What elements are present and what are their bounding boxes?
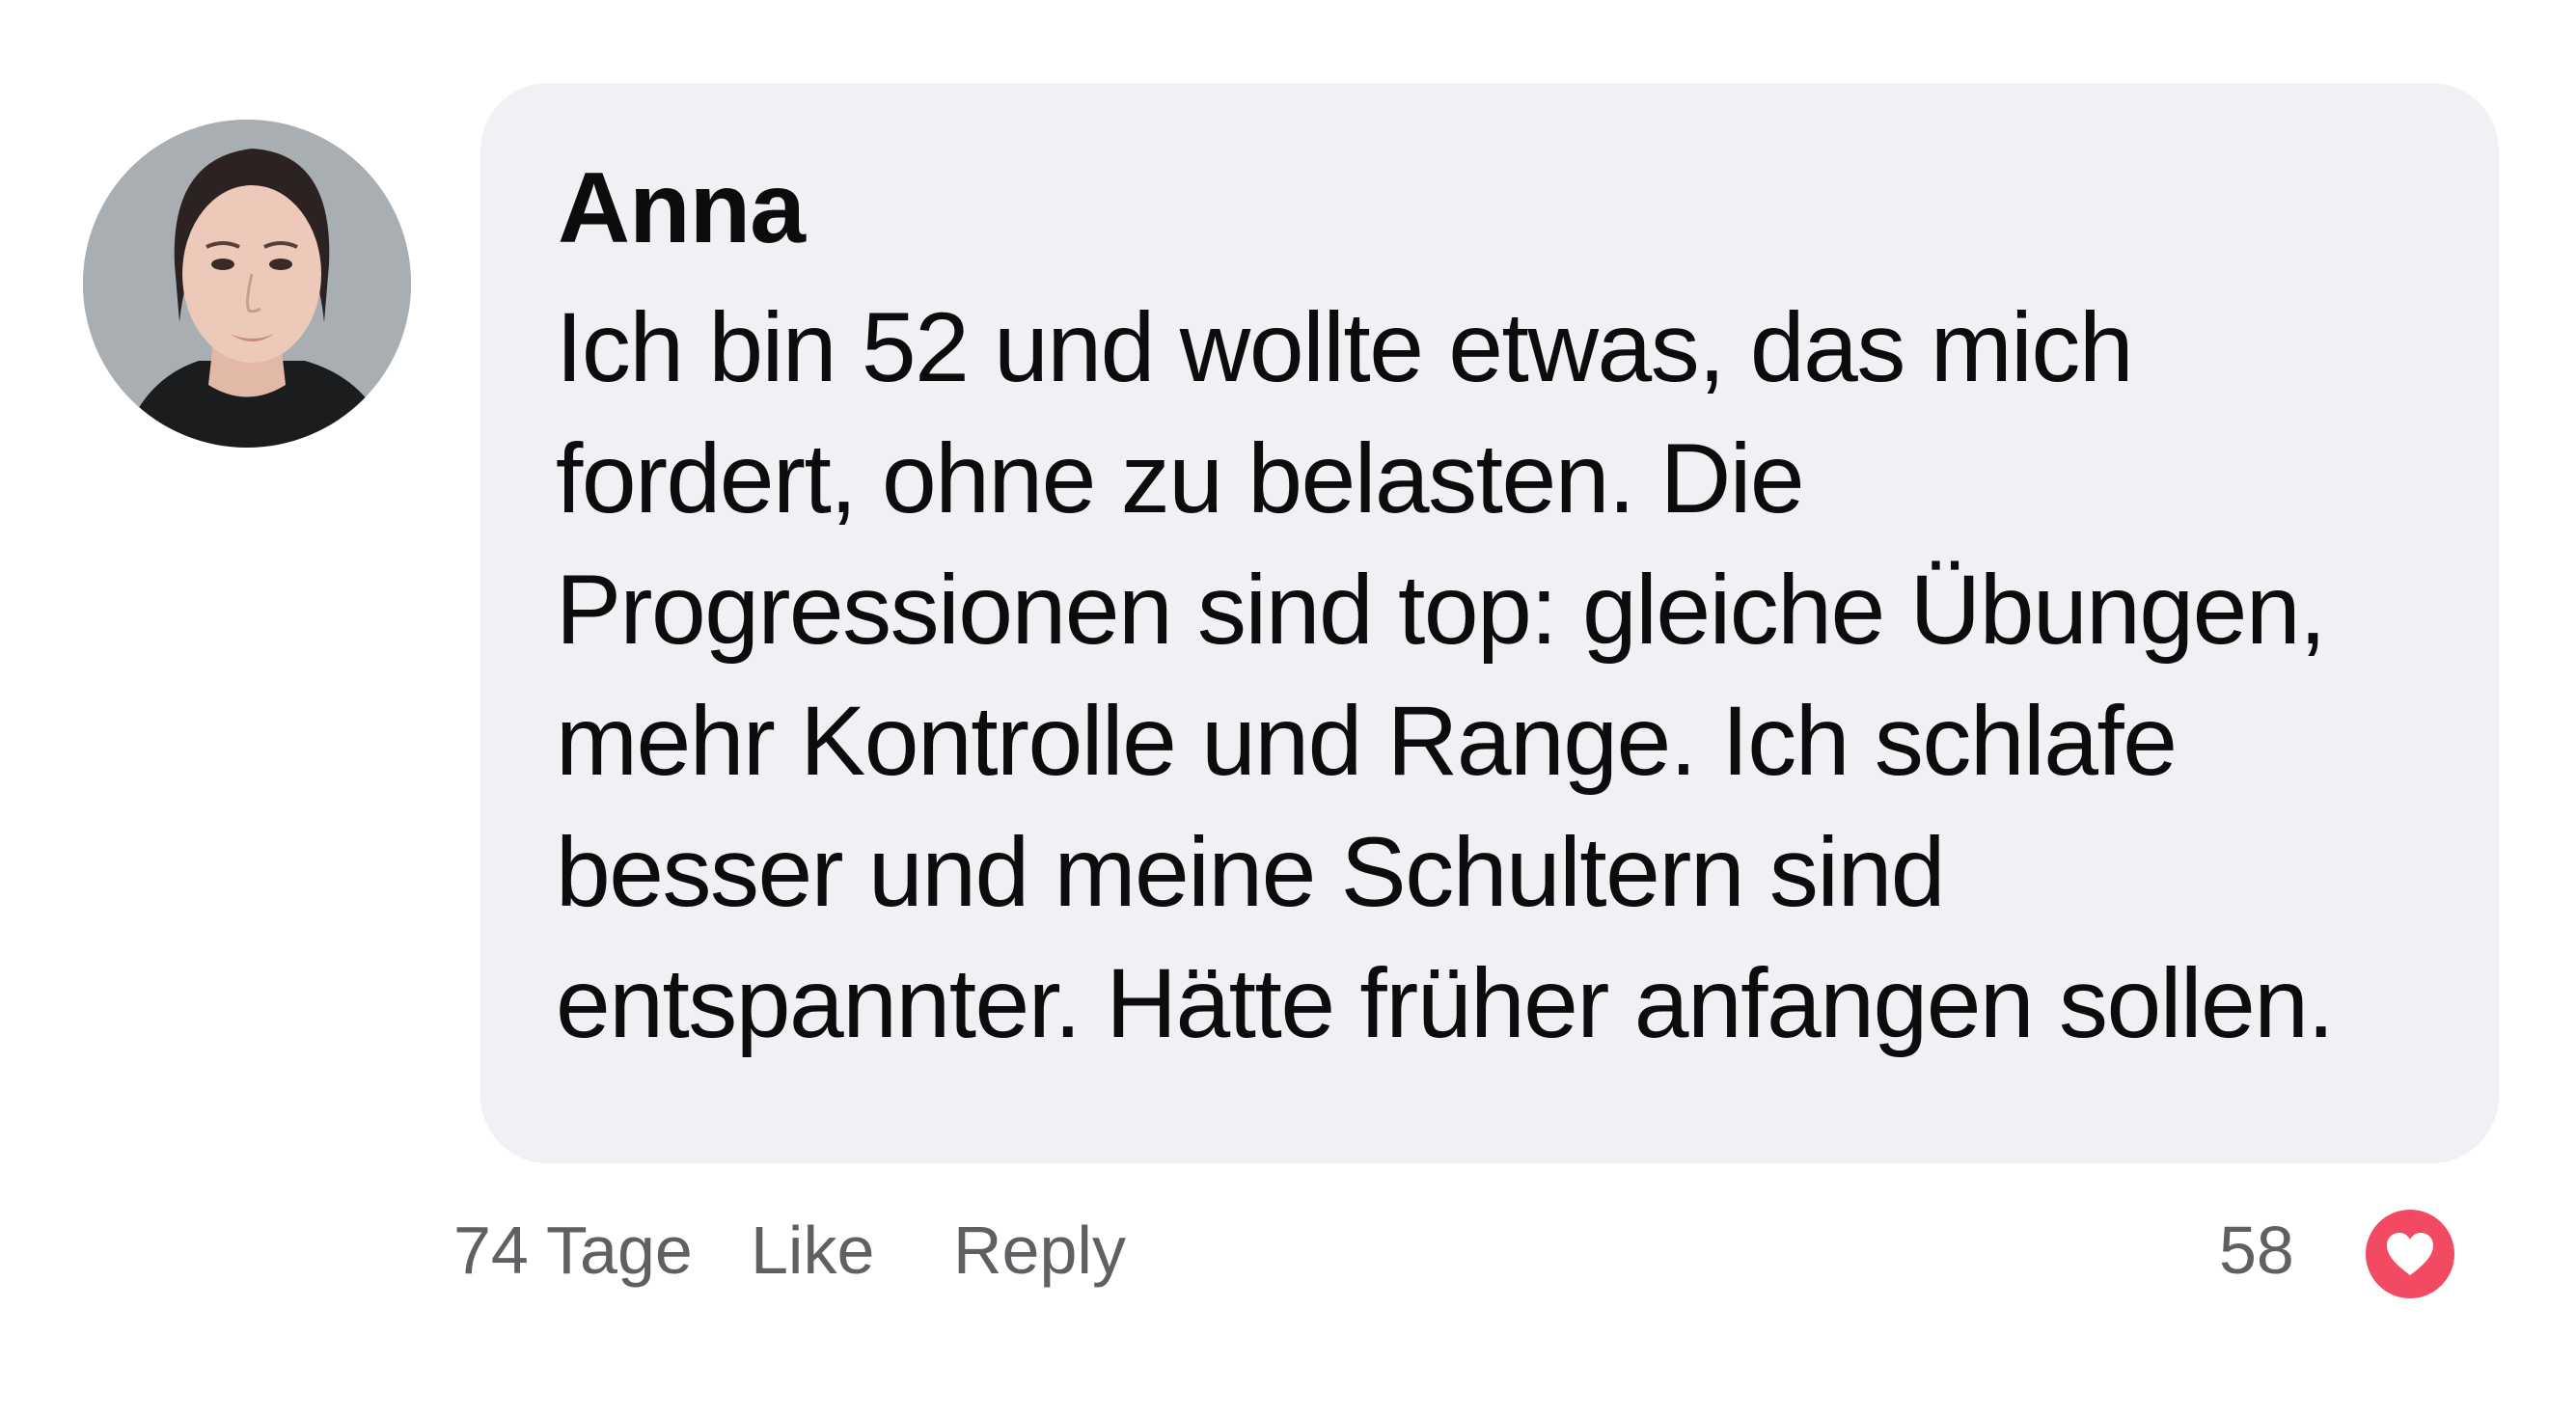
avatar-photo-icon bbox=[83, 120, 411, 448]
like-button[interactable]: Like bbox=[751, 1212, 874, 1289]
heart-reaction-button[interactable] bbox=[2366, 1210, 2454, 1298]
heart-icon bbox=[2387, 1233, 2433, 1275]
comment-text-line: besser und meine Schultern sind bbox=[556, 817, 1946, 927]
comment-text-line: Ich bin 52 und wollte etwas, das mich bbox=[556, 292, 2134, 402]
comment-author[interactable]: Anna bbox=[558, 158, 806, 259]
avatar[interactable] bbox=[83, 120, 411, 448]
like-count: 58 bbox=[2219, 1213, 2294, 1288]
comment-bubble: Anna Ich bin 52 und wollte etwas, das mi… bbox=[480, 83, 2499, 1163]
comment: Anna Ich bin 52 und wollte etwas, das mi… bbox=[0, 0, 2576, 1418]
comment-text: Ich bin 52 und wollte etwas, das mich fo… bbox=[556, 282, 2476, 1069]
comment-text-line: entspannter. Hätte früher anfangen solle… bbox=[556, 948, 2335, 1058]
comment-timestamp: 74 Tage bbox=[453, 1213, 693, 1288]
comment-text-line: Progressionen sind top: gleiche Übungen, bbox=[556, 555, 2326, 665]
comment-text-line: fordert, ohne zu belasten. Die bbox=[556, 423, 1805, 533]
comment-text-line: mehr Kontrolle und Range. Ich schlafe bbox=[556, 686, 2178, 796]
reply-button[interactable]: Reply bbox=[953, 1212, 1126, 1289]
